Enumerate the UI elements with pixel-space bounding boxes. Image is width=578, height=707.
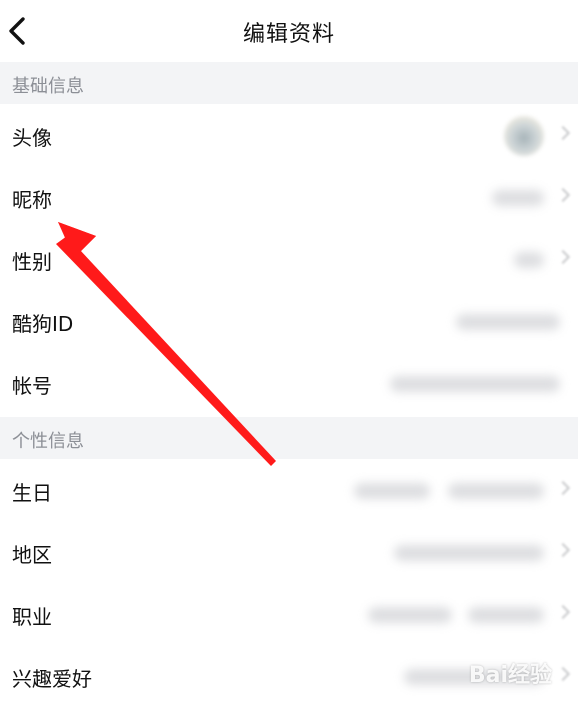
account-value-blurred xyxy=(390,376,560,392)
nickname-value-blurred xyxy=(492,190,544,206)
baidu-experience-watermark: Bai经验 xyxy=(468,663,552,688)
occupation-value-blurred-2 xyxy=(468,607,544,623)
row-kugou-id[interactable]: 酷狗ID xyxy=(0,290,578,352)
kugou-id-value-blurred xyxy=(456,314,560,330)
chevron-right-icon xyxy=(555,666,571,682)
section-header-basic-info: 基础信息 xyxy=(0,62,578,104)
birthday-value-blurred-1 xyxy=(354,483,430,499)
row-label: 昵称 xyxy=(12,188,52,212)
row-occupation[interactable]: 职业 xyxy=(0,583,578,645)
section-header-personal-info: 个性信息 xyxy=(0,417,578,459)
row-label: 生日 xyxy=(12,481,52,505)
page-title: 编辑资料 xyxy=(242,22,335,47)
avatar[interactable] xyxy=(504,116,544,156)
row-label: 兴趣爱好 xyxy=(12,667,92,691)
row-gender[interactable]: 性别 xyxy=(0,228,578,290)
birthday-value-blurred-2 xyxy=(448,483,544,499)
chevron-right-icon xyxy=(555,249,571,265)
row-label: 职业 xyxy=(12,605,52,629)
row-nickname[interactable]: 昵称 xyxy=(0,166,578,228)
row-region[interactable]: 地区 xyxy=(0,521,578,583)
row-label: 性别 xyxy=(12,250,52,274)
navigation-bar: 编辑资料 xyxy=(0,0,578,62)
row-birthday[interactable]: 生日 xyxy=(0,459,578,521)
gender-value-blurred xyxy=(514,252,544,268)
chevron-right-icon xyxy=(555,604,571,620)
row-label: 帐号 xyxy=(12,374,52,398)
section-title: 基础信息 xyxy=(12,76,84,97)
chevron-right-icon xyxy=(555,542,571,558)
region-value-blurred xyxy=(394,545,544,561)
row-label: 地区 xyxy=(12,543,52,567)
chevron-right-icon xyxy=(555,187,571,203)
section-title: 个性信息 xyxy=(12,431,84,452)
chevron-right-icon xyxy=(555,480,571,496)
row-label: 酷狗ID xyxy=(12,312,74,336)
occupation-value-blurred-1 xyxy=(368,607,452,623)
row-account[interactable]: 帐号 xyxy=(0,352,578,414)
chevron-right-icon xyxy=(555,125,571,141)
row-label: 头像 xyxy=(12,126,52,150)
row-avatar[interactable]: 头像 xyxy=(0,104,578,166)
